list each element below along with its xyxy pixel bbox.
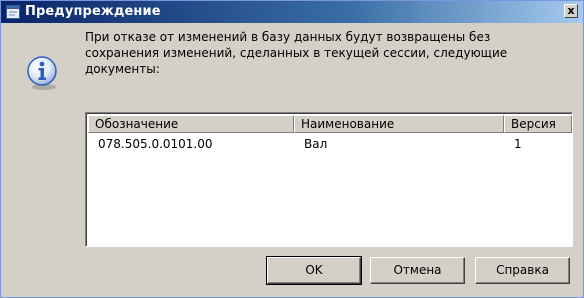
dialog-icon: [6, 5, 20, 19]
ok-button[interactable]: OK: [266, 256, 362, 285]
column-header-name[interactable]: Наименование: [294, 115, 504, 133]
dialog-title: Предупреждение: [25, 4, 161, 19]
warning-dialog: Предупреждение x При отказе от изменений…: [0, 0, 584, 298]
cell-designation: 078.505.0.0101.00: [98, 137, 213, 151]
cancel-button[interactable]: Отмена: [370, 257, 465, 284]
list-header: Обозначение Наименование Версия: [88, 115, 572, 133]
title-bar[interactable]: Предупреждение x: [1, 1, 583, 23]
column-header-version[interactable]: Версия: [504, 115, 572, 133]
close-icon: x: [567, 4, 575, 17]
cell-name: Вал: [304, 137, 328, 151]
documents-list[interactable]: Обозначение Наименование Версия 078.505.…: [85, 112, 573, 247]
table-row[interactable]: 078.505.0.0101.00 Вал 1: [88, 135, 572, 153]
cell-version: 1: [514, 137, 522, 151]
column-header-designation[interactable]: Обозначение: [88, 115, 294, 133]
warning-message: При отказе от изменений в базу данных бу…: [85, 30, 508, 76]
close-button[interactable]: x: [564, 4, 578, 18]
info-icon: [27, 56, 57, 90]
help-button[interactable]: Справка: [475, 257, 570, 284]
